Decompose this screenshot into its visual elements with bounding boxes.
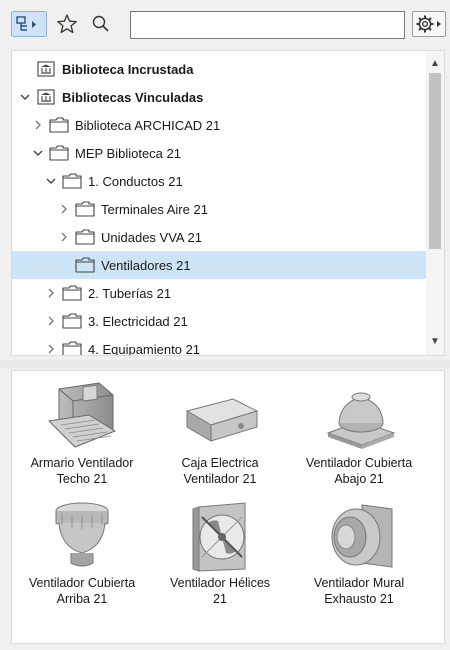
- tree-item-label: Terminales Aire 21: [101, 201, 208, 217]
- tree-item-label: 2. Tuberías 21: [88, 285, 172, 301]
- tree-item[interactable]: 1. Conductos 21: [12, 167, 428, 195]
- object-name-line2: Abajo 21: [334, 472, 384, 486]
- folder-icon: [75, 257, 95, 273]
- wall-exhaust-fan-icon: [294, 499, 424, 575]
- roof-fan-up-icon: [17, 499, 147, 575]
- tree-item-label: Bibliotecas Vinculadas: [62, 89, 204, 105]
- box-fan-icon: [155, 379, 285, 455]
- chevron-right-icon[interactable]: [57, 202, 71, 216]
- toolbar: [0, 0, 450, 42]
- object-tile[interactable]: Ventilador Cubierta Abajo 21: [294, 379, 424, 487]
- scroll-up-icon[interactable]: ▲: [426, 55, 444, 71]
- chevron-right-icon[interactable]: [57, 230, 71, 244]
- object-preview-panel: Armario Ventilador Techo 21 Caja Electrica…: [11, 370, 445, 644]
- object-name-line1: Ventilador Hélices: [169, 576, 271, 590]
- tree-item[interactable]: Biblioteca Incrustada: [12, 55, 428, 83]
- object-name-line1: Armario Ventilador: [30, 456, 134, 470]
- tree-item-label: 3. Electricidad 21: [88, 313, 188, 329]
- folder-icon: [62, 285, 82, 301]
- tree-item[interactable]: Ventiladores 21: [12, 251, 428, 279]
- panel-splitter[interactable]: [0, 360, 450, 368]
- tree-item-label: 1. Conductos 21: [88, 173, 183, 189]
- search-icon: [92, 15, 109, 32]
- chevron-right-icon[interactable]: [44, 286, 58, 300]
- tree-item[interactable]: 2. Tuberías 21: [12, 279, 428, 307]
- star-icon: [57, 14, 77, 34]
- roof-fan-down-icon: [294, 379, 424, 455]
- tree-item-label: Ventiladores 21: [101, 257, 191, 273]
- object-tile[interactable]: Ventilador Mural Exhausto 21: [294, 499, 424, 607]
- object-name-line2: Techo 21: [56, 472, 108, 486]
- tree-item[interactable]: MEP Biblioteca 21: [12, 139, 428, 167]
- tree-item[interactable]: Bibliotecas Vinculadas: [12, 83, 428, 111]
- search-input[interactable]: [130, 11, 405, 39]
- scroll-down-icon[interactable]: ▼: [426, 333, 444, 349]
- object-name-line2: 21: [213, 592, 227, 606]
- scroll-thumb[interactable]: [429, 73, 441, 249]
- tree-item-label: Biblioteca ARCHICAD 21: [75, 117, 221, 133]
- object-name-line1: Ventilador Mural: [313, 576, 405, 590]
- object-name-line1: Caja Electrica: [181, 456, 259, 470]
- gear-icon: [416, 15, 441, 33]
- object-tile[interactable]: Ventilador Hélices 21: [155, 499, 285, 607]
- tree-item[interactable]: Terminales Aire 21: [12, 195, 428, 223]
- tree-item-label: Biblioteca Incrustada: [62, 61, 194, 77]
- tree-item[interactable]: 3. Electricidad 21: [12, 307, 428, 335]
- object-name-line2: Arriba 21: [56, 592, 108, 606]
- object-tile[interactable]: Caja Electrica Ventilador 21: [155, 379, 285, 487]
- library-tree[interactable]: Biblioteca Incrustada Bibliotecas Vincula…: [11, 50, 445, 356]
- folder-icon: [75, 201, 95, 217]
- folder-icon: [62, 173, 82, 189]
- tree-item[interactable]: Unidades VVA 21: [12, 223, 428, 251]
- tree-item[interactable]: Biblioteca ARCHICAD 21: [12, 111, 428, 139]
- tree-scrollbar[interactable]: ▲ ▼: [426, 51, 444, 355]
- search-button[interactable]: [88, 11, 114, 37]
- tree-item-label: 4. Equipamiento 21: [88, 341, 201, 356]
- chevron-right-icon[interactable]: [31, 118, 45, 132]
- cabinet-fan-icon: [17, 379, 147, 455]
- object-name-line2: Exhausto 21: [324, 592, 394, 606]
- chevron-down-icon[interactable]: [18, 90, 32, 104]
- folder-icon: [49, 117, 69, 133]
- tree-item-label: MEP Biblioteca 21: [75, 145, 181, 161]
- library-icon: [36, 61, 56, 77]
- folder-icon: [62, 313, 82, 329]
- chevron-right-icon[interactable]: [44, 342, 58, 355]
- tree-item-label: Unidades VVA 21: [101, 229, 202, 245]
- library-icon: [36, 89, 56, 105]
- chevron-right-icon[interactable]: [44, 314, 58, 328]
- chevron-down-icon[interactable]: [44, 174, 58, 188]
- browse-tree-icon: [16, 16, 36, 31]
- object-tile[interactable]: Ventilador Cubierta Arriba 21: [17, 499, 147, 607]
- favorites-button[interactable]: [54, 11, 80, 37]
- object-name-line1: Ventilador Cubierta: [305, 456, 413, 470]
- object-name-line2: Ventilador 21: [183, 472, 257, 486]
- folder-icon: [49, 145, 69, 161]
- chevron-down-icon[interactable]: [31, 146, 45, 160]
- object-name-line1: Ventilador Cubierta: [28, 576, 136, 590]
- options-button[interactable]: [412, 11, 446, 37]
- object-tile[interactable]: Armario Ventilador Techo 21: [17, 379, 147, 487]
- tree-item[interactable]: 4. Equipamiento 21: [12, 335, 428, 356]
- propeller-fan-icon: [155, 499, 285, 575]
- browse-tree-button[interactable]: [11, 11, 47, 37]
- folder-icon: [75, 229, 95, 245]
- folder-icon: [62, 341, 82, 355]
